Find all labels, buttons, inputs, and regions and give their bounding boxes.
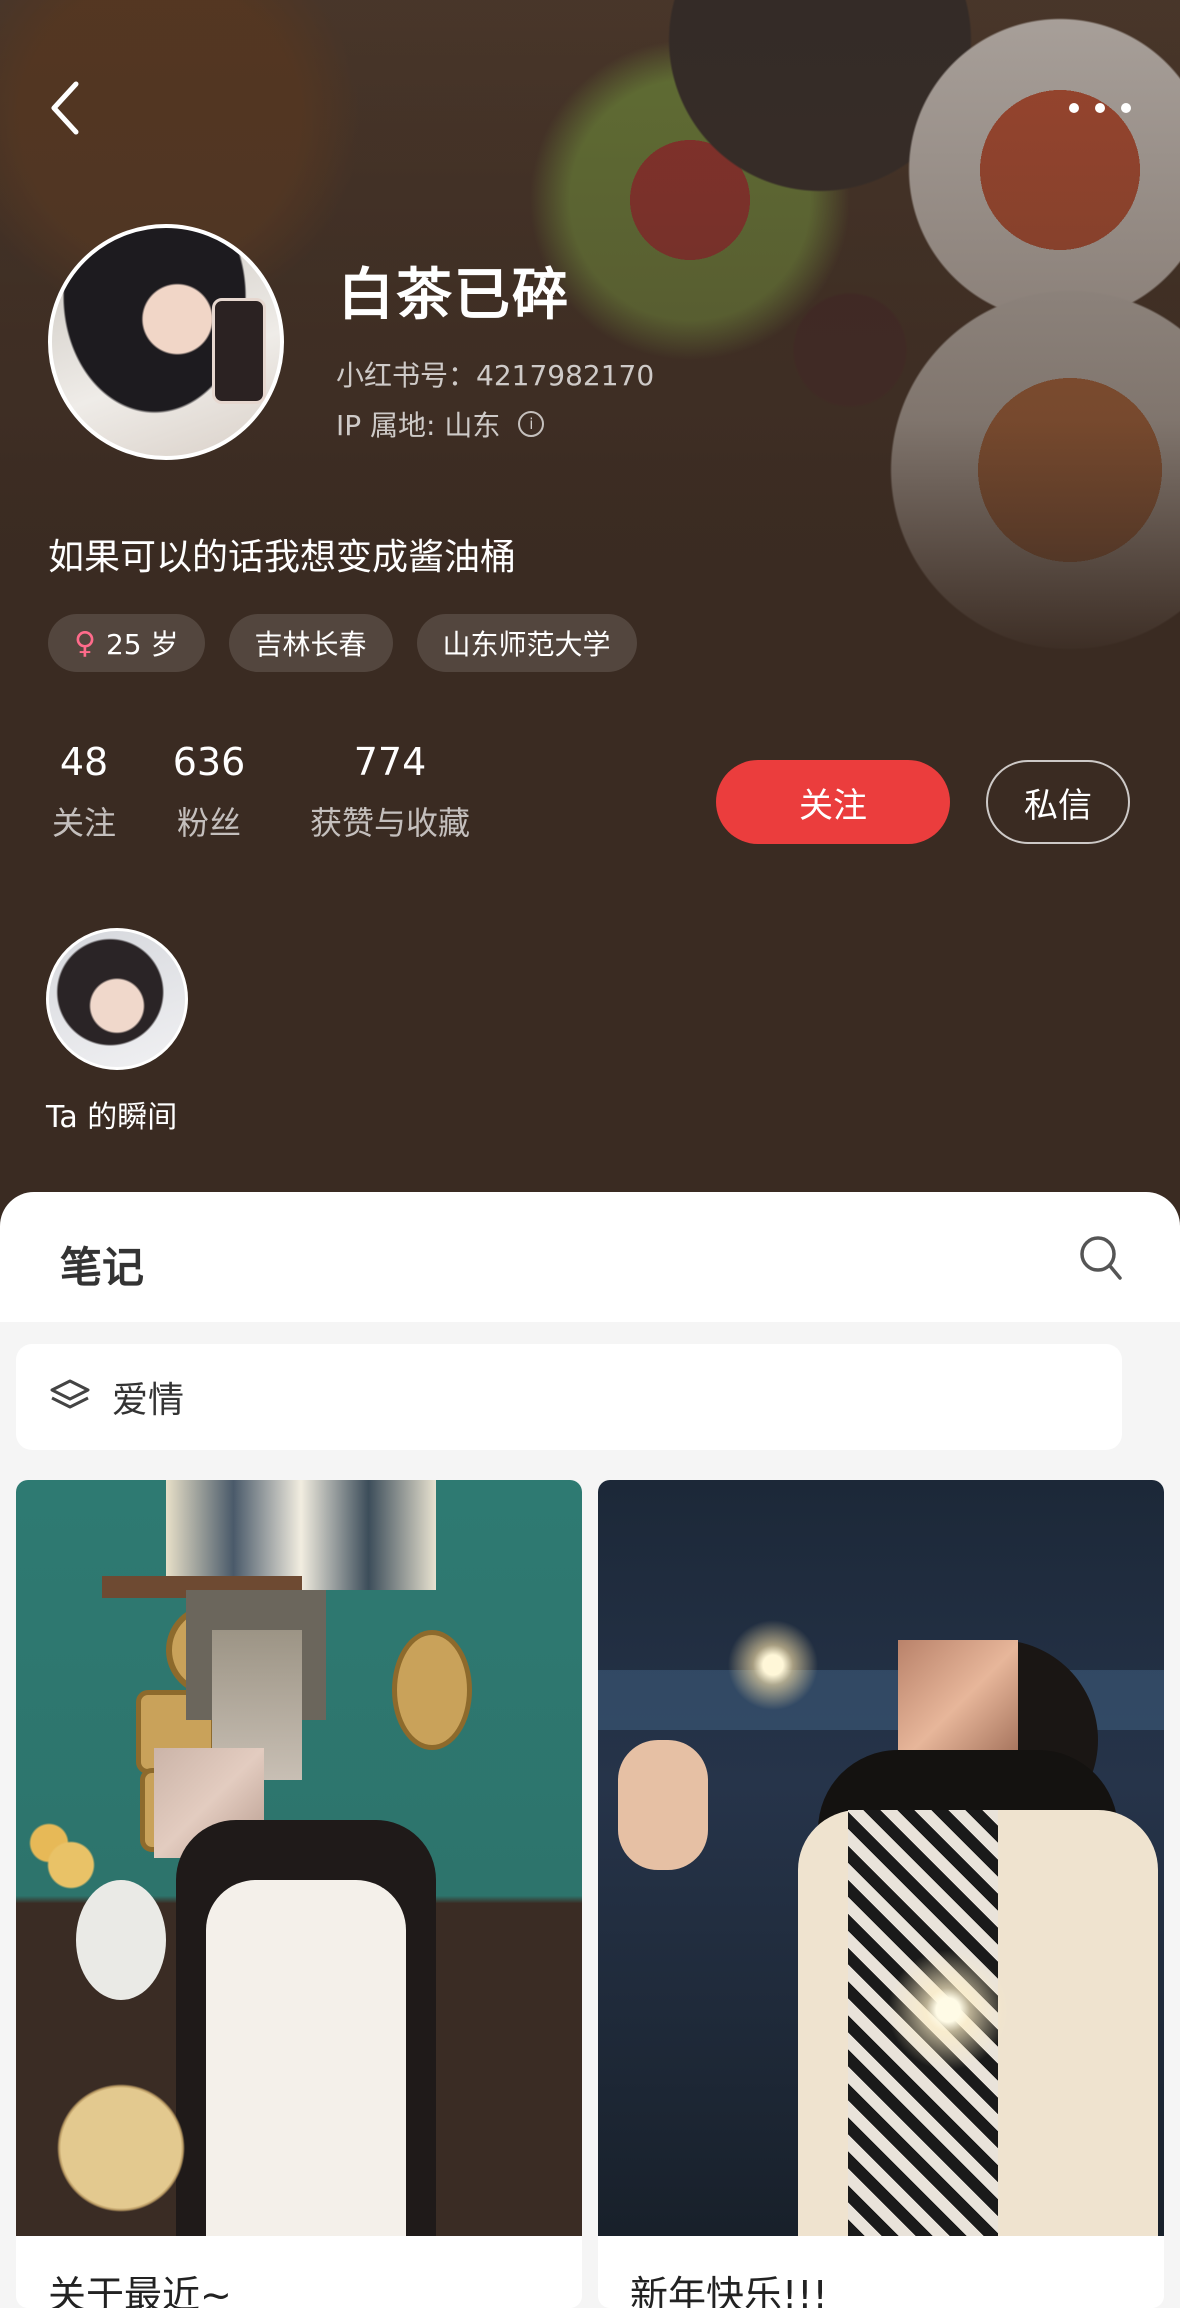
avatar-phone-detail	[212, 298, 266, 404]
follow-button[interactable]: 关注	[716, 760, 950, 844]
info-icon[interactable]: i	[518, 411, 545, 437]
note-title: 关于最近~	[48, 2273, 232, 2308]
stat-followers-label: 粉丝	[176, 804, 241, 842]
note-card[interactable]: 新年快乐!!!	[598, 1480, 1164, 2308]
note-title: 新年快乐!!!	[630, 2273, 828, 2308]
tag-age-label: 25 岁	[105, 628, 179, 661]
stat-following-label: 关注	[51, 804, 116, 842]
tab-notes[interactable]: 笔记	[60, 1234, 144, 1295]
stat-likes[interactable]: 774 获赞与收藏	[300, 740, 480, 844]
stat-followers-value: 636	[172, 740, 246, 784]
female-icon: ♀	[74, 625, 96, 661]
tag-location: 吉林长春	[228, 614, 393, 672]
stat-likes-value: 774	[353, 740, 427, 784]
layers-icon	[50, 1379, 90, 1409]
note-image	[16, 1480, 582, 2236]
note-image	[598, 1480, 1164, 2236]
moments-label[interactable]: Ta 的瞬间	[46, 1092, 177, 1136]
search-icon[interactable]	[1078, 1232, 1124, 1284]
stat-following-value: 48	[59, 740, 109, 784]
tag-location-label: 吉林长春	[254, 628, 367, 661]
stat-following[interactable]: 48 关注	[48, 740, 120, 844]
xhs-id: 小红书号：4217982170	[336, 359, 655, 392]
stat-likes-label: 获赞与收藏	[309, 804, 470, 842]
tag-school: 山东师范大学	[416, 614, 637, 672]
collection-category[interactable]: 爱情	[16, 1344, 1122, 1450]
profile-name: 白茶已碎	[338, 263, 570, 328]
profile-tags: ♀ 25 岁 吉林长春 山东师范大学	[48, 614, 637, 672]
ip-location: IP 属地: 山东 i	[336, 404, 545, 444]
message-button[interactable]: 私信	[986, 760, 1130, 844]
category-label: 爱情	[112, 1380, 185, 1421]
avatar[interactable]	[48, 224, 284, 460]
notes-panel: 笔记 爱情 关于最近~ 新年快乐!!!	[0, 1192, 1180, 2308]
bio: 如果可以的话我想变成酱油桶	[48, 537, 517, 578]
tag-school-label: 山东师范大学	[442, 628, 611, 661]
ip-location-text: IP 属地: 山东	[336, 409, 501, 442]
tag-age: ♀ 25 岁	[48, 614, 205, 672]
moment-avatar[interactable]	[46, 928, 188, 1070]
note-card[interactable]: 关于最近~	[16, 1480, 582, 2308]
stat-followers[interactable]: 636 粉丝	[166, 740, 252, 844]
back-arrow-icon[interactable]	[44, 78, 84, 138]
more-options-icon[interactable]	[1064, 96, 1136, 120]
